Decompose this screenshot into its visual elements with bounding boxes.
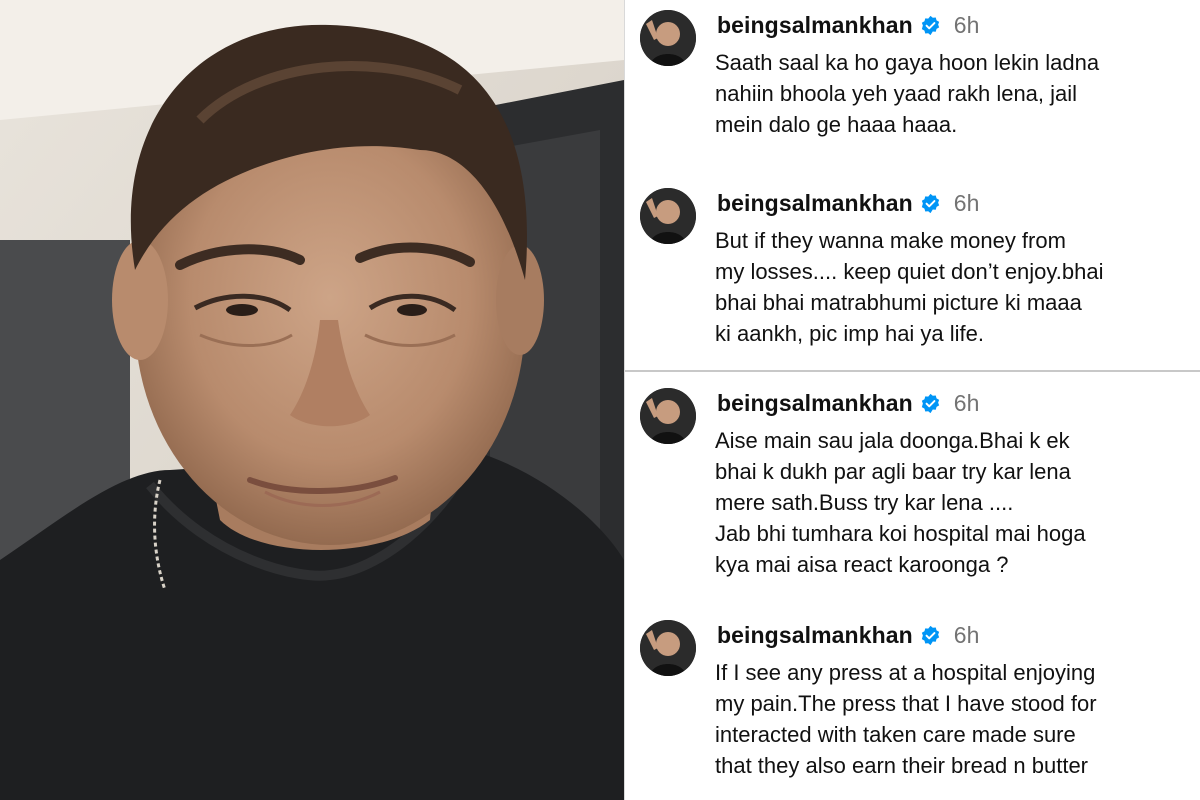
comment-header: beingsalmankhan 6h [717,12,979,39]
comment-text: If I see any press at a hospital enjoyin… [715,660,1097,778]
verified-badge-icon [920,393,941,414]
verified-badge-icon [920,625,941,646]
timestamp: 6h [953,12,980,38]
profile-avatar-icon[interactable] [640,620,696,676]
profile-avatar-icon[interactable] [640,188,696,244]
timestamp: 6h [953,622,980,648]
comments-panel: beingsalmankhan 6h Saath saal ka ho gaya… [625,0,1200,800]
comment-header: beingsalmankhan 6h [717,622,979,649]
comment-header: beingsalmankhan 6h [717,190,979,217]
timestamp: 6h [953,190,980,216]
username-link[interactable]: beingsalmankhan [717,390,913,417]
selfie-photo [0,0,624,800]
comment-text: But if they wanna make money from my los… [715,228,1104,346]
comment-text: Aise main sau jala doonga.Bhai k ek bhai… [715,428,1086,577]
comment-text: Saath saal ka ho gaya hoon lekin ladna n… [715,50,1100,137]
timestamp: 6h [953,390,980,416]
verified-badge-icon [920,193,941,214]
username-link[interactable]: beingsalmankhan [717,12,913,39]
comment-header: beingsalmankhan 6h [717,390,979,417]
username-link[interactable]: beingsalmankhan [717,190,913,217]
verified-badge-icon [920,15,941,36]
profile-avatar-icon[interactable] [640,388,696,444]
username-link[interactable]: beingsalmankhan [717,622,913,649]
profile-avatar-icon[interactable] [640,10,696,66]
